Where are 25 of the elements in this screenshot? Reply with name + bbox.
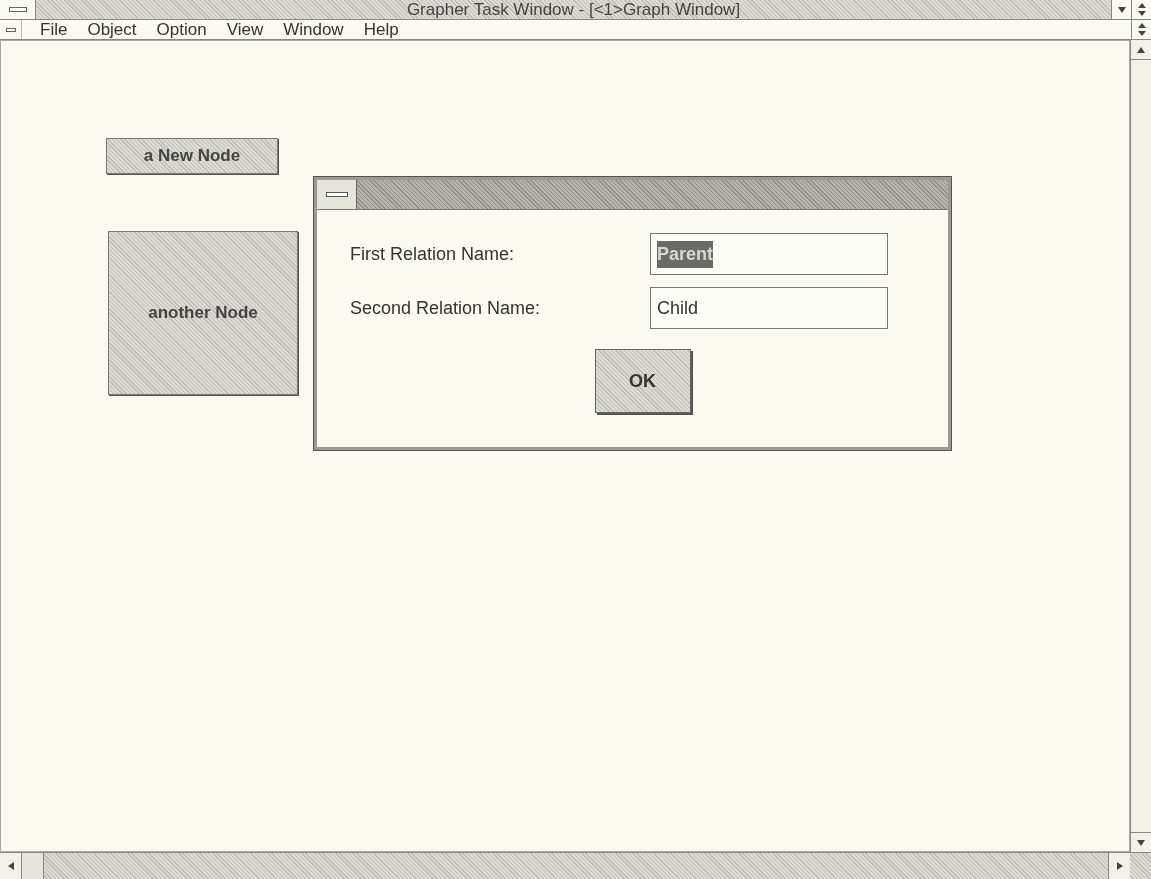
vertical-scrollbar[interactable]	[1130, 40, 1151, 852]
graph-node[interactable]: another Node	[108, 231, 298, 395]
up-down-arrows-icon	[1137, 3, 1146, 16]
down-arrow-icon	[1117, 6, 1126, 13]
menu-item[interactable]: Window	[283, 20, 344, 39]
horizontal-scrollbar[interactable]	[0, 852, 1151, 879]
ok-button[interactable]: OK	[594, 349, 691, 413]
text-field[interactable]: Child	[650, 287, 888, 329]
menu-item[interactable]: Object	[87, 20, 137, 39]
system-menu-icon[interactable]	[317, 180, 357, 209]
menu-item[interactable]: File	[40, 20, 68, 39]
scroll-thumb[interactable]	[22, 853, 44, 879]
window-title: Grapher Task Window - [<1>Graph Window]	[36, 0, 1111, 19]
menu-item[interactable]: Option	[156, 20, 207, 39]
text-field[interactable]: Parent	[650, 233, 888, 275]
left-arrow-icon	[7, 862, 14, 870]
menu-item[interactable]: Help	[363, 20, 399, 39]
down-arrow-icon	[1137, 839, 1145, 846]
field-label: First Relation Name:	[350, 243, 516, 266]
up-arrow-icon	[1137, 46, 1145, 53]
field-label: Second Relation Name:	[350, 297, 542, 320]
graph-node[interactable]: a New Node	[106, 138, 278, 174]
menu-item[interactable]: View	[226, 20, 264, 39]
right-arrow-icon	[1116, 862, 1123, 870]
up-down-arrows-icon	[1137, 23, 1146, 36]
